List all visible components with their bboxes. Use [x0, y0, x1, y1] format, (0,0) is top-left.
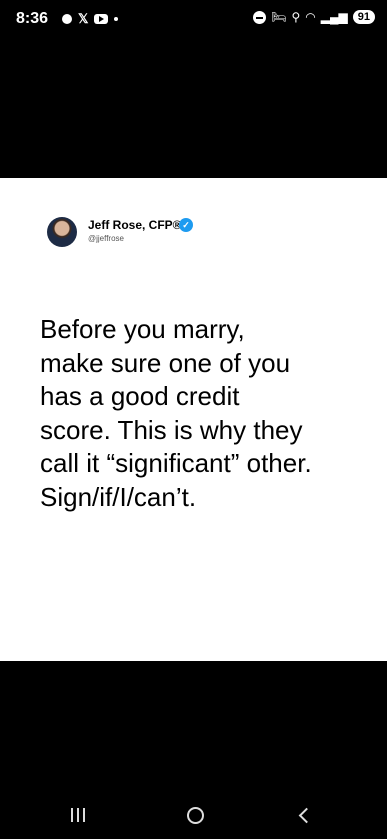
home-button[interactable] [175, 800, 215, 830]
recents-button[interactable] [58, 800, 98, 830]
tweet-line: call it “significant” other. [40, 448, 312, 479]
tweet-line: has a good credit [40, 381, 240, 412]
tweet-card[interactable]: Jeff Rose, CFP® ✓ @jjeffrose Before you … [0, 178, 387, 661]
avatar[interactable] [47, 217, 77, 247]
battery-icon: 91 [352, 10, 375, 24]
author-name[interactable]: Jeff Rose, CFP® [88, 218, 182, 232]
tweet-line: score. This is why they [40, 414, 303, 445]
notification-dot-icon [62, 14, 72, 24]
youtube-icon [94, 14, 109, 24]
x-app-icon: 𝕏 [78, 11, 89, 26]
tweet-line: Sign/if/I/can’t. [40, 481, 197, 512]
status-time: 8:36 [16, 10, 49, 27]
notification-icons: 𝕏 [62, 11, 119, 27]
location-icon: ⚲ [291, 10, 301, 24]
recents-icon [71, 808, 85, 822]
status-bar: 8:36 𝕏 🛏 ⚲ ◠ ▂▄▆ 91 [0, 0, 387, 40]
home-icon [186, 806, 204, 824]
author-handle[interactable]: @jjeffrose [88, 234, 124, 243]
tweet-line: make sure one of you [40, 347, 291, 378]
back-icon [298, 807, 314, 823]
dnd-icon [253, 10, 267, 24]
verified-badge-icon: ✓ [179, 218, 193, 232]
tweet-line: Before you marry, [40, 314, 245, 344]
bed-icon: 🛏 [271, 10, 287, 24]
navigation-bar [0, 792, 387, 839]
system-icons: 🛏 ⚲ ◠ ▂▄▆ 91 [253, 10, 375, 24]
wifi-icon: ◠ [305, 10, 316, 24]
more-dot-icon [114, 17, 119, 21]
tweet-text: Before you marry, make sure one of you h… [40, 313, 370, 515]
signal-icon: ▂▄▆ [320, 10, 348, 24]
back-button[interactable] [283, 800, 323, 830]
